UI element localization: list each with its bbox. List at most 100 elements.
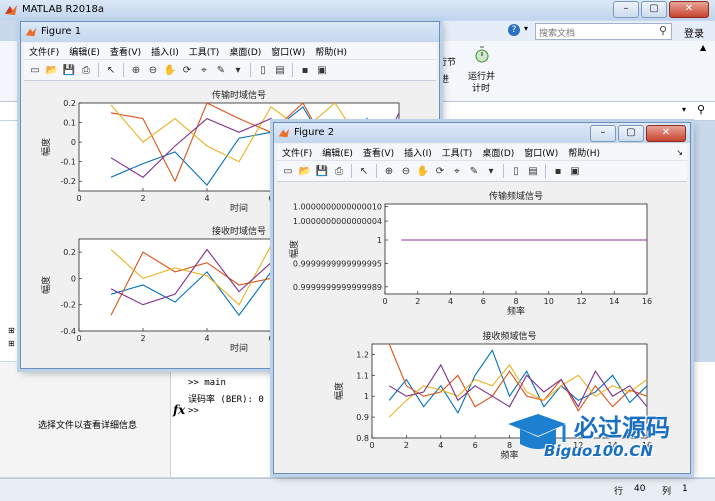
save-icon[interactable]: 💾	[315, 164, 329, 178]
expand-icon[interactable]: ⊞	[8, 326, 15, 335]
brush-dropdown-icon[interactable]: ▾	[231, 63, 245, 77]
plot-tools-icon[interactable]: ▣	[568, 164, 582, 178]
data-cursor-icon[interactable]: ⌖	[450, 164, 464, 178]
y-tick-label: 1	[377, 236, 382, 245]
menu-item[interactable]: 工具(T)	[184, 45, 225, 58]
legend-icon[interactable]: ▪	[298, 63, 312, 77]
x-tick-label: 14	[609, 297, 619, 306]
minimize-button[interactable]: –	[613, 1, 639, 18]
y-axis-label: 幅度	[333, 382, 345, 400]
menu-item[interactable]: 编辑(E)	[317, 146, 358, 159]
maximize-button[interactable]: ▢	[618, 125, 644, 142]
menu-item[interactable]: 查看(V)	[358, 146, 399, 159]
menu-item[interactable]: 插入(I)	[146, 45, 184, 58]
matlab-window-controls: – ▢ ✕	[613, 1, 709, 18]
rotate-icon[interactable]: ⟳	[433, 164, 447, 178]
new-figure-icon[interactable]: ▭	[281, 164, 295, 178]
path-dropdown-icon[interactable]: ▾	[682, 105, 686, 114]
zoom-in-icon[interactable]: ⊕	[382, 164, 396, 178]
minimize-button[interactable]: –	[590, 125, 616, 142]
pan-icon[interactable]: ✋	[416, 164, 430, 178]
figure2-menubar: 文件(F) 编辑(E) 查看(V) 插入(I) 工具(T) 桌面(D) 窗口(W) 帮助(H)…	[277, 144, 687, 161]
close-button[interactable]: ✕	[669, 1, 709, 18]
menu-item[interactable]: 文件(F)	[277, 146, 317, 159]
menu-item[interactable]: 编辑(E)	[64, 45, 105, 58]
pan-icon[interactable]: ✋	[163, 63, 177, 77]
data-cursor-icon[interactable]: ⌖	[197, 63, 211, 77]
fx-icon[interactable]: fx	[173, 403, 185, 417]
open-file-icon[interactable]: 📂	[45, 63, 59, 77]
search-icon[interactable]: ⚲	[659, 24, 667, 37]
legend-icon[interactable]: ▪	[551, 164, 565, 178]
figure2-titlebar[interactable]: Figure 2 – ▢ ✕	[274, 123, 690, 143]
menu-item[interactable]: 插入(I)	[399, 146, 437, 159]
menu-item[interactable]: 帮助(H)	[563, 146, 605, 159]
menu-arrow-icon[interactable]: ↘	[676, 148, 683, 157]
rotate-icon[interactable]: ⟳	[180, 63, 194, 77]
watermark-line2: Biguo100.CN	[544, 442, 653, 460]
x-tick-label: 2	[404, 441, 409, 450]
ribbon-collapse-icon[interactable]: ▲	[700, 43, 706, 52]
expand-icon[interactable]: ⊞	[8, 339, 15, 348]
brush-icon[interactable]: ✎	[467, 164, 481, 178]
link-plot-icon[interactable]: ▯	[509, 164, 523, 178]
matlab-titlebar: MATLAB R2018a – ▢ ✕	[0, 0, 715, 20]
menu-item[interactable]: 查看(V)	[105, 45, 146, 58]
matlab-logo-icon	[278, 128, 290, 138]
menu-item[interactable]: 窗口(W)	[519, 146, 563, 159]
dropdown-icon[interactable]: ▾	[524, 24, 528, 33]
pointer-icon[interactable]: ↖	[104, 63, 118, 77]
y-tick-label: 0.2	[63, 248, 76, 257]
help-icon[interactable]: ?	[508, 24, 520, 36]
figure1-titlebar[interactable]: Figure 1	[21, 22, 439, 42]
ribbon-advance-label[interactable]: 进	[440, 72, 449, 85]
doc-search-input[interactable]: 搜索文档	[539, 26, 575, 39]
open-file-icon[interactable]: 📂	[298, 164, 312, 178]
pointer-icon[interactable]: ↖	[357, 164, 371, 178]
insert-colorbar-icon[interactable]: ▤	[273, 63, 287, 77]
menu-item[interactable]: 桌面(D)	[477, 146, 519, 159]
y-axis-label: 幅度	[40, 276, 52, 294]
doc-search-box[interactable]: 搜索文档 ⚲	[535, 23, 672, 40]
y-tick-label: 0	[71, 138, 76, 147]
close-button[interactable]: ✕	[646, 125, 686, 142]
brush-icon[interactable]: ✎	[214, 63, 228, 77]
details-hint: 选择文件以查看详细信息	[38, 421, 138, 431]
menu-item[interactable]: 文件(F)	[24, 45, 64, 58]
menu-item[interactable]: 窗口(W)	[266, 45, 310, 58]
y-tick-label: 0.2	[63, 99, 76, 108]
maximize-button[interactable]: ▢	[641, 1, 667, 18]
ribbon-run-section-label[interactable]: 行节	[438, 55, 456, 68]
figure2-window-controls: – ▢ ✕	[590, 125, 686, 142]
insert-colorbar-icon[interactable]: ▤	[526, 164, 540, 178]
run-and-time-icon[interactable]	[474, 46, 490, 64]
link-plot-icon[interactable]: ▯	[256, 63, 270, 77]
brush-dropdown-icon[interactable]: ▾	[484, 164, 498, 178]
y-axis-label: 幅度	[40, 138, 52, 156]
print-icon[interactable]: ⎙	[332, 164, 346, 178]
plot-tools-icon[interactable]: ▣	[315, 63, 329, 77]
tx-freq-chart: 传输频域信号 0 2 4 6 8 10 12 14 16 0.9999999999999989 0.9…	[288, 190, 652, 317]
new-figure-icon[interactable]: ▭	[28, 63, 42, 77]
x-tick-label: 4	[438, 441, 443, 450]
menu-item[interactable]: 桌面(D)	[224, 45, 266, 58]
zoom-in-icon[interactable]: ⊕	[129, 63, 143, 77]
y-tick-label: -0.2	[60, 301, 76, 310]
y-tick-label: 1.0000000000000010	[293, 203, 382, 212]
print-icon[interactable]: ⎙	[79, 63, 93, 77]
menu-item[interactable]: 工具(T)	[437, 146, 478, 159]
cmd-prompt[interactable]: >>	[188, 406, 199, 416]
save-icon[interactable]: 💾	[62, 63, 76, 77]
login-link[interactable]: 登录	[684, 25, 704, 40]
menu-item[interactable]: 帮助(H)	[310, 45, 352, 58]
path-search-icon[interactable]: ⚲	[697, 103, 705, 116]
x-tick-label: 2	[415, 297, 420, 306]
quick-access-bar: ? ▾ 搜索文档 ⚲ 登录	[440, 21, 715, 41]
run-and-time-label2[interactable]: 计时	[472, 81, 490, 94]
y-tick-label: 0.9	[356, 413, 369, 422]
y-tick-label: 0.8	[356, 434, 369, 443]
chart-title: 接收时域信号	[212, 225, 266, 237]
x-tick-label: 12	[576, 297, 586, 306]
zoom-out-icon[interactable]: ⊖	[146, 63, 160, 77]
zoom-out-icon[interactable]: ⊖	[399, 164, 413, 178]
